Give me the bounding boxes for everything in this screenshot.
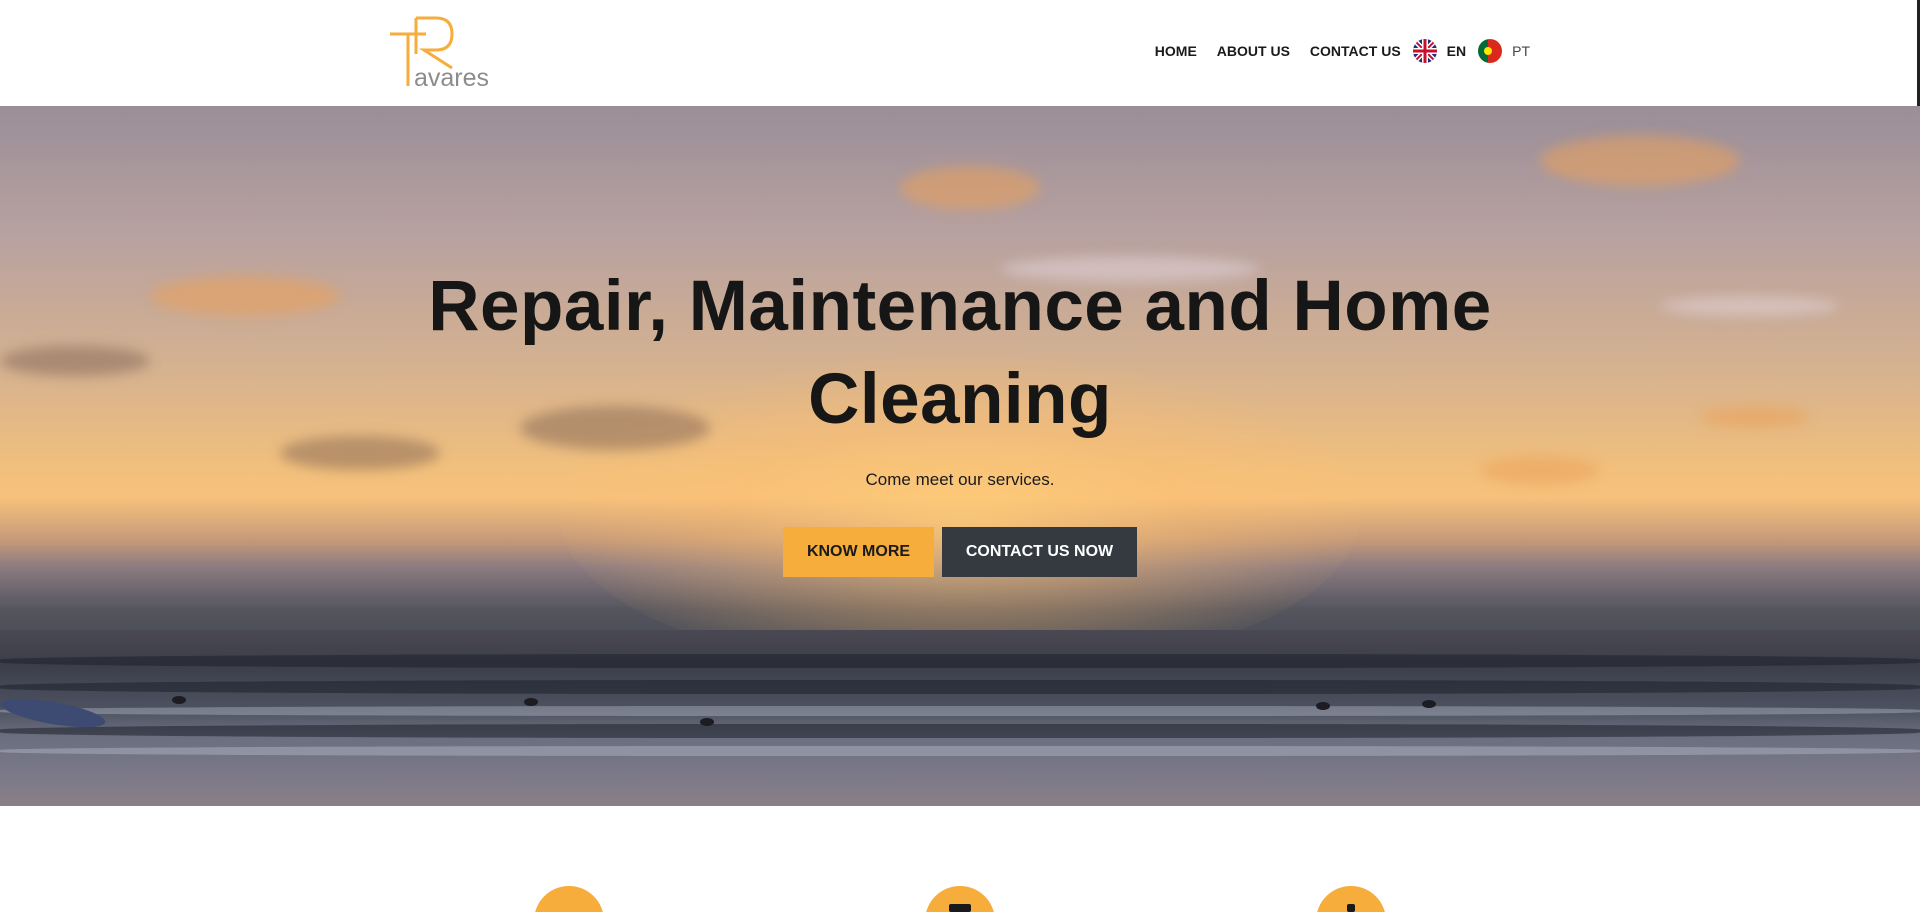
contact-us-now-button[interactable]: CONTACT US NOW [942, 527, 1137, 577]
logo-svg: avares [390, 16, 489, 92]
service-icon-glyph [1347, 904, 1355, 912]
know-more-button[interactable]: KNOW MORE [783, 527, 934, 577]
portugal-flag-icon [1478, 39, 1503, 63]
service-icon [1316, 886, 1386, 912]
language-en-label: EN [1446, 43, 1467, 59]
nav-contact-link[interactable]: CONTACT US [1310, 43, 1401, 59]
tools-icon [534, 886, 604, 912]
hero-section: Repair, Maintenance and Home Cleaning Co… [0, 106, 1920, 806]
cleaning-icon [925, 886, 995, 912]
hero-title-line1: Repair, Maintenance and Home [428, 267, 1492, 346]
nav-home-link[interactable]: HOME [1155, 43, 1197, 59]
language-en[interactable]: EN [1412, 39, 1467, 63]
language-pt[interactable]: PT [1478, 39, 1530, 63]
language-pt-label: PT [1512, 43, 1530, 59]
main-nav: HOME ABOUT US CONTACT US EN PT [1135, 38, 1530, 64]
hero-title-line2: Cleaning [808, 360, 1112, 439]
uk-flag-icon [1412, 39, 1437, 63]
cleaning-icon-glyph [949, 904, 971, 912]
logo-text: avares [414, 64, 489, 90]
site-header: avares HOME ABOUT US CONTACT US EN PT [0, 0, 1920, 106]
hero-subtitle: Come meet our services. [865, 470, 1055, 489]
brand-logo[interactable]: avares [388, 14, 492, 92]
nav-about-link[interactable]: ABOUT US [1217, 43, 1290, 59]
hero-title: Repair, Maintenance and Home Cleaning [360, 260, 1560, 446]
